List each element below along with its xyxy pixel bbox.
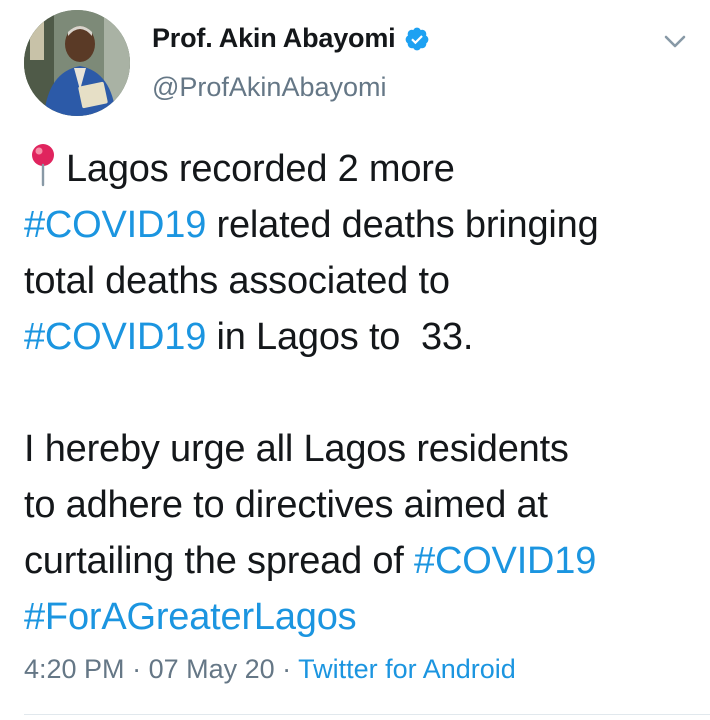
tweet-line: #COVID19 related deaths bringing — [24, 197, 694, 253]
hashtag-link[interactable]: #ForAGreaterLagos — [24, 596, 357, 638]
hashtag-link[interactable]: #COVID19 — [414, 540, 596, 582]
tweet-meta: 4:20 PM · 07 May 20 · Twitter for Androi… — [24, 654, 516, 685]
avatar[interactable] — [24, 10, 130, 116]
tweet-text-segment: to adhere to directives aimed at — [24, 484, 548, 526]
tweet-text-segment: total deaths associated to — [24, 260, 450, 302]
meta-separator: · — [124, 654, 149, 684]
tweet-line: #ForAGreaterLagos — [24, 589, 694, 645]
tweet-line: I hereby urge all Lagos residents — [24, 421, 694, 477]
meta-separator: · — [274, 654, 299, 684]
author-display-name[interactable]: Prof. Akin Abayomi — [152, 23, 396, 54]
tweet-text-segment: I hereby urge all Lagos residents — [24, 428, 569, 470]
divider — [24, 714, 710, 715]
verified-badge-icon — [404, 26, 430, 52]
tweet-text-segment: curtailing the spread of — [24, 540, 415, 582]
author-handle[interactable]: @ProfAkinAbayomi — [152, 72, 387, 103]
tweet-line: to adhere to directives aimed at — [24, 477, 694, 533]
tweet-date[interactable]: 07 May 20 — [149, 654, 275, 684]
tweet-text-segment: Lagos recorded 2 more — [66, 148, 455, 190]
tweet-time[interactable]: 4:20 PM — [24, 654, 125, 684]
paragraph-break — [24, 365, 694, 421]
tweet-text-segment: related deaths bringing — [206, 204, 599, 246]
tweet-source-link[interactable]: Twitter for Android — [298, 654, 516, 684]
hashtag-link[interactable]: #COVID19 — [24, 204, 206, 246]
tweet-text-segment: in Lagos to 33. — [206, 316, 474, 358]
chevron-down-icon[interactable] — [660, 26, 690, 56]
tweet-text: Lagos recorded 2 more #COVID19 related d… — [24, 141, 694, 645]
profile-photo — [24, 10, 130, 116]
round-pushpin-icon — [24, 141, 62, 187]
tweet-line: Lagos recorded 2 more — [24, 141, 694, 197]
tweet-line: curtailing the spread of #COVID19 — [24, 533, 694, 589]
hashtag-link[interactable]: #COVID19 — [24, 316, 206, 358]
tweet-line: #COVID19 in Lagos to 33. — [24, 309, 694, 365]
tweet-line: total deaths associated to — [24, 253, 694, 309]
